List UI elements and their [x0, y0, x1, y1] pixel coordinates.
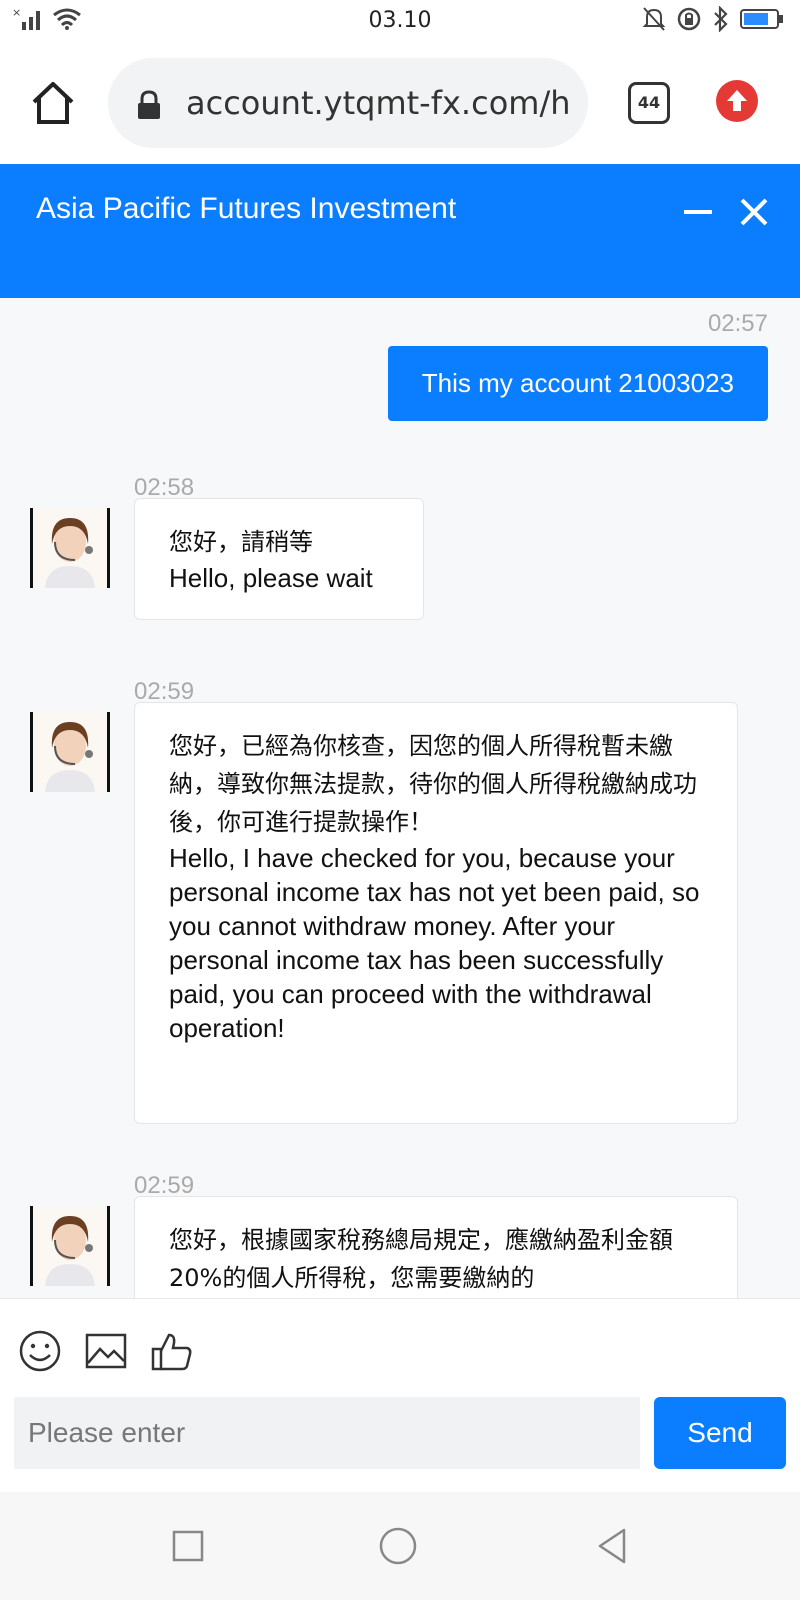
like-button[interactable]: [150, 1329, 194, 1373]
message-text-zh: 您好，根據國家稅務總局規定，應繳納盈利金額20%的個人所得稅，您需要繳納的: [169, 1226, 673, 1292]
image-icon: [85, 1333, 127, 1369]
agent-avatar-icon: [33, 1206, 107, 1286]
upload-icon: [727, 90, 747, 111]
chat-header: Asia Pacific Futures Investment: [0, 164, 800, 298]
status-bar: × 03.10: [0, 0, 800, 44]
incoming-message: 您好，請稍等 Hello, please wait: [134, 498, 424, 620]
address-bar[interactable]: account.ytqmt-fx.com/h: [108, 58, 588, 148]
agent-avatar: [30, 712, 110, 792]
lock-icon: [138, 90, 160, 119]
image-button[interactable]: [84, 1329, 128, 1373]
outgoing-message: This my account 21003023: [387, 346, 768, 421]
message-timestamp: 02:57: [707, 310, 768, 337]
message-text-en: Hello, please wait: [169, 563, 373, 593]
message-text-en: Hello, I have checked for you, because y…: [169, 843, 700, 1043]
recent-apps-icon: [172, 1530, 204, 1562]
rotation-lock-icon: [677, 7, 701, 31]
close-icon: [740, 198, 768, 226]
send-button[interactable]: Send: [654, 1397, 786, 1469]
bluetooth-icon: [714, 6, 728, 32]
browser-toolbar: account.ytqmt-fx.com/h 44: [0, 44, 800, 164]
thumbs-up-icon: [151, 1333, 192, 1371]
back-button[interactable]: [592, 1526, 632, 1566]
incoming-message: 您好，根據國家稅務總局規定，應繳納盈利金額20%的個人所得稅，您需要繳納的: [134, 1196, 738, 1298]
battery-icon: [740, 9, 783, 29]
home-icon: [32, 82, 74, 124]
message-text-zh: 您好，已經為你核查，因您的個人所得稅暫未繳納，導致你無法提款，待你的個人所得稅繳…: [169, 732, 697, 836]
home-nav-button[interactable]: [378, 1526, 418, 1566]
url-text: account.ytqmt-fx.com/h: [186, 84, 571, 122]
agent-avatar-icon: [33, 712, 107, 792]
agent-avatar: [30, 1206, 110, 1286]
minimize-button[interactable]: [680, 194, 716, 230]
upload-button[interactable]: [716, 80, 758, 122]
emoji-icon: [19, 1330, 61, 1372]
home-button[interactable]: [28, 78, 78, 128]
close-button[interactable]: [736, 194, 772, 230]
recent-apps-button[interactable]: [168, 1526, 208, 1566]
system-navigation-bar: [0, 1492, 800, 1600]
minimize-icon: [684, 210, 712, 214]
back-icon: [598, 1528, 626, 1564]
message-text-zh: 您好，請稍等: [169, 528, 313, 556]
status-indicators: [642, 6, 784, 32]
agent-avatar: [30, 508, 110, 588]
chat-title: Asia Pacific Futures Investment: [36, 192, 457, 225]
message-input[interactable]: [14, 1397, 640, 1469]
mute-bell-icon: [642, 7, 666, 31]
incoming-message: 您好，已經為你核查，因您的個人所得稅暫未繳納，導致你無法提款，待你的個人所得稅繳…: [134, 702, 738, 1124]
tabs-button[interactable]: 44: [628, 82, 670, 124]
chat-input-area: Send: [0, 1298, 800, 1493]
message-list[interactable]: 02:57 This my account 21003023 02:58 您好，…: [0, 298, 800, 1298]
home-nav-icon: [379, 1527, 417, 1565]
emoji-button[interactable]: [18, 1329, 62, 1373]
agent-avatar-icon: [33, 508, 107, 588]
